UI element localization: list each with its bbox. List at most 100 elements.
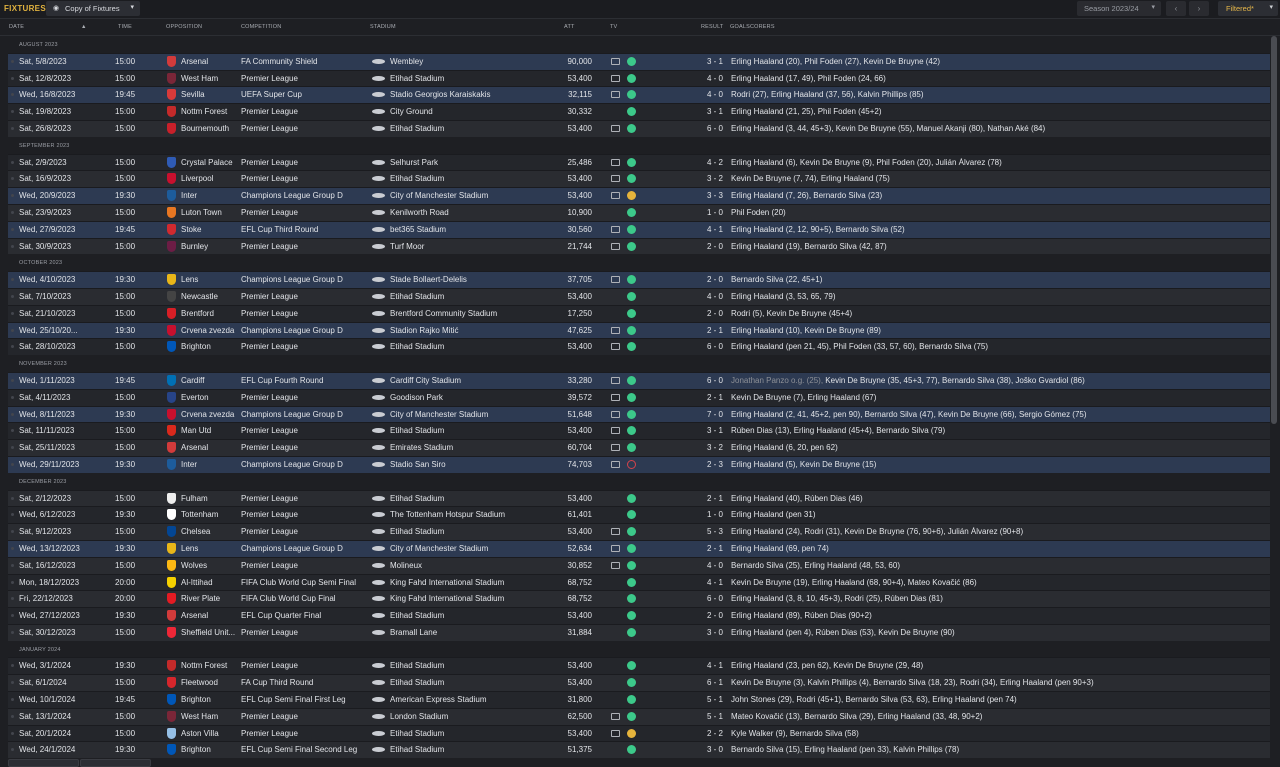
opposition-link[interactable]: Chelsea xyxy=(181,527,243,536)
table-row[interactable]: Wed, 10/1/2024 19:45 Brighton EFL Cup Semi … xyxy=(8,691,1270,708)
opposition-link[interactable]: Sevilla xyxy=(181,90,243,99)
table-row[interactable]: Sat, 20/1/2024 15:00 Aston Villa Premier Le… xyxy=(8,724,1270,742)
competition-link[interactable]: Premier League xyxy=(241,426,369,435)
table-row[interactable]: Wed, 27/9/2023 19:45 Stoke EFL Cup Third Ro… xyxy=(8,220,1270,238)
table-row[interactable]: Sat, 30/9/2023 15:00 Burnley Premier League… xyxy=(8,237,1270,255)
opposition-link[interactable]: Crvena zvezda xyxy=(181,326,243,335)
opposition-link[interactable]: Brighton xyxy=(181,745,243,754)
competition-link[interactable]: Premier League xyxy=(241,107,369,116)
competition-link[interactable]: Premier League xyxy=(241,712,369,721)
opposition-link[interactable]: Crystal Palace xyxy=(181,158,243,167)
match-result[interactable]: 6 - 0 xyxy=(668,594,723,603)
competition-link[interactable]: Champions League Group D xyxy=(241,460,369,469)
table-row[interactable]: Sat, 26/8/2023 15:00 Bournemouth Premier Le… xyxy=(8,119,1270,137)
match-result[interactable]: 3 - 1 xyxy=(668,426,723,435)
opposition-link[interactable]: Fulham xyxy=(181,494,243,503)
table-row[interactable]: Wed, 24/1/2024 19:30 Brighton EFL Cup Semi … xyxy=(8,741,1270,759)
opposition-link[interactable]: Lens xyxy=(181,275,243,284)
match-result[interactable]: 5 - 1 xyxy=(668,695,723,704)
match-result[interactable]: 1 - 0 xyxy=(668,208,723,217)
table-row[interactable]: Sat, 16/12/2023 15:00 Wolves Premier League… xyxy=(8,556,1270,574)
competition-link[interactable]: Champions League Group D xyxy=(241,326,369,335)
opposition-link[interactable]: Luton Town xyxy=(181,208,243,217)
table-row[interactable]: Sat, 2/12/2023 15:00 Fulham Premier League E… xyxy=(8,489,1270,507)
opposition-link[interactable]: Burnley xyxy=(181,242,243,251)
opposition-link[interactable]: Bournemouth xyxy=(181,124,243,133)
opposition-link[interactable]: Stoke xyxy=(181,225,243,234)
competition-link[interactable]: Premier League xyxy=(241,494,369,503)
col-stadium[interactable]: STADIUM xyxy=(370,24,396,30)
opposition-link[interactable]: Man Utd xyxy=(181,426,243,435)
opposition-link[interactable]: Tottenham xyxy=(181,510,243,519)
competition-link[interactable]: Premier League xyxy=(241,510,369,519)
match-result[interactable]: 3 - 3 xyxy=(668,191,723,200)
match-result[interactable]: 7 - 0 xyxy=(668,410,723,419)
scrollbar[interactable] xyxy=(1271,36,1277,424)
match-result[interactable]: 3 - 1 xyxy=(668,57,723,66)
competition-link[interactable]: Premier League xyxy=(241,174,369,183)
table-row[interactable]: Sat, 4/11/2023 15:00 Everton Premier League… xyxy=(8,388,1270,406)
opposition-link[interactable]: Wolves xyxy=(181,561,243,570)
competition-link[interactable]: Premier League xyxy=(241,208,369,217)
col-att[interactable]: ATT xyxy=(564,24,575,30)
opposition-link[interactable]: Aston Villa xyxy=(181,729,243,738)
competition-link[interactable]: EFL Cup Fourth Round xyxy=(241,376,369,385)
table-row[interactable]: Wed, 27/12/2023 19:30 Arsenal EFL Cup Quart… xyxy=(8,607,1270,624)
match-result[interactable]: 3 - 0 xyxy=(668,745,723,754)
table-row[interactable]: Sat, 30/12/2023 15:00 Sheffield Unit... Pre… xyxy=(8,623,1270,641)
table-row[interactable]: Wed, 1/11/2023 19:45 Cardiff EFL Cup Fourth… xyxy=(8,371,1270,389)
opposition-link[interactable]: Inter xyxy=(181,460,243,469)
match-result[interactable]: 3 - 0 xyxy=(668,628,723,637)
opposition-link[interactable]: Lens xyxy=(181,544,243,553)
match-result[interactable]: 4 - 0 xyxy=(668,561,723,570)
opposition-link[interactable]: Arsenal xyxy=(181,611,243,620)
table-row[interactable]: Fri, 22/12/2023 20:00 River Plate FIFA Club… xyxy=(8,590,1270,608)
competition-link[interactable]: Premier League xyxy=(241,561,369,570)
match-result[interactable]: 4 - 0 xyxy=(668,90,723,99)
table-row[interactable]: Mon, 18/12/2023 20:00 Al-Ittihad FIFA Club … xyxy=(8,573,1270,591)
col-opposition[interactable]: OPPOSITION xyxy=(166,24,202,30)
prev-season-button[interactable]: ‹ xyxy=(1166,1,1186,16)
match-result[interactable]: 6 - 1 xyxy=(668,678,723,687)
col-goalscorers[interactable]: GOALSCORERS xyxy=(730,24,775,30)
match-result[interactable]: 2 - 1 xyxy=(668,544,723,553)
table-row[interactable]: Sat, 23/9/2023 15:00 Luton Town Premier Lea… xyxy=(8,203,1270,221)
competition-link[interactable]: Premier League xyxy=(241,292,369,301)
table-row[interactable]: Wed, 29/11/2023 19:30 Inter Champions Leagu… xyxy=(8,455,1270,473)
col-tv[interactable]: TV xyxy=(610,24,617,30)
opposition-link[interactable]: Brighton xyxy=(181,342,243,351)
opposition-link[interactable]: Nottm Forest xyxy=(181,661,243,670)
competition-link[interactable]: FA Cup Third Round xyxy=(241,678,369,687)
table-row[interactable]: Sat, 2/9/2023 15:00 Crystal Palace Premier … xyxy=(8,153,1270,171)
match-result[interactable]: 4 - 2 xyxy=(668,158,723,167)
opposition-link[interactable]: Liverpool xyxy=(181,174,243,183)
match-result[interactable]: 6 - 0 xyxy=(668,376,723,385)
table-row[interactable]: Wed, 13/12/2023 19:30 Lens Champions League… xyxy=(8,539,1270,557)
table-row[interactable]: Sat, 6/1/2024 15:00 Fleetwood FA Cup Third … xyxy=(8,674,1270,692)
match-result[interactable]: 2 - 2 xyxy=(668,729,723,738)
competition-link[interactable]: Premier League xyxy=(241,124,369,133)
match-result[interactable]: 2 - 0 xyxy=(668,611,723,620)
opposition-link[interactable]: Everton xyxy=(181,393,243,402)
match-result[interactable]: 2 - 1 xyxy=(668,393,723,402)
table-row[interactable]: Sat, 25/11/2023 15:00 Arsenal Premier Leagu… xyxy=(8,439,1270,456)
match-result[interactable]: 4 - 0 xyxy=(668,292,723,301)
opposition-link[interactable]: Nottm Forest xyxy=(181,107,243,116)
table-row[interactable]: Sat, 9/12/2023 15:00 Chelsea Premier League… xyxy=(8,523,1270,540)
match-result[interactable]: 4 - 0 xyxy=(668,74,723,83)
match-result[interactable]: 4 - 1 xyxy=(668,661,723,670)
opposition-link[interactable]: River Plate xyxy=(181,594,243,603)
col-time[interactable]: TIME xyxy=(118,24,132,30)
competition-link[interactable]: UEFA Super Cup xyxy=(241,90,369,99)
match-result[interactable]: 2 - 0 xyxy=(668,275,723,284)
table-row[interactable]: Wed, 25/10/20... 19:30 Crvena zvezda Champi… xyxy=(8,321,1270,339)
competition-link[interactable]: EFL Cup Quarter Final xyxy=(241,611,369,620)
competition-link[interactable]: EFL Cup Semi Final First Leg xyxy=(241,695,369,704)
table-row[interactable]: Sat, 16/9/2023 15:00 Liverpool Premier Leag… xyxy=(8,170,1270,188)
competition-link[interactable]: FA Community Shield xyxy=(241,57,369,66)
next-season-button[interactable]: › xyxy=(1189,1,1209,16)
competition-link[interactable]: Premier League xyxy=(241,74,369,83)
competition-link[interactable]: Champions League Group D xyxy=(241,191,369,200)
col-competition[interactable]: COMPETITION xyxy=(241,24,281,30)
competition-link[interactable]: Premier League xyxy=(241,342,369,351)
